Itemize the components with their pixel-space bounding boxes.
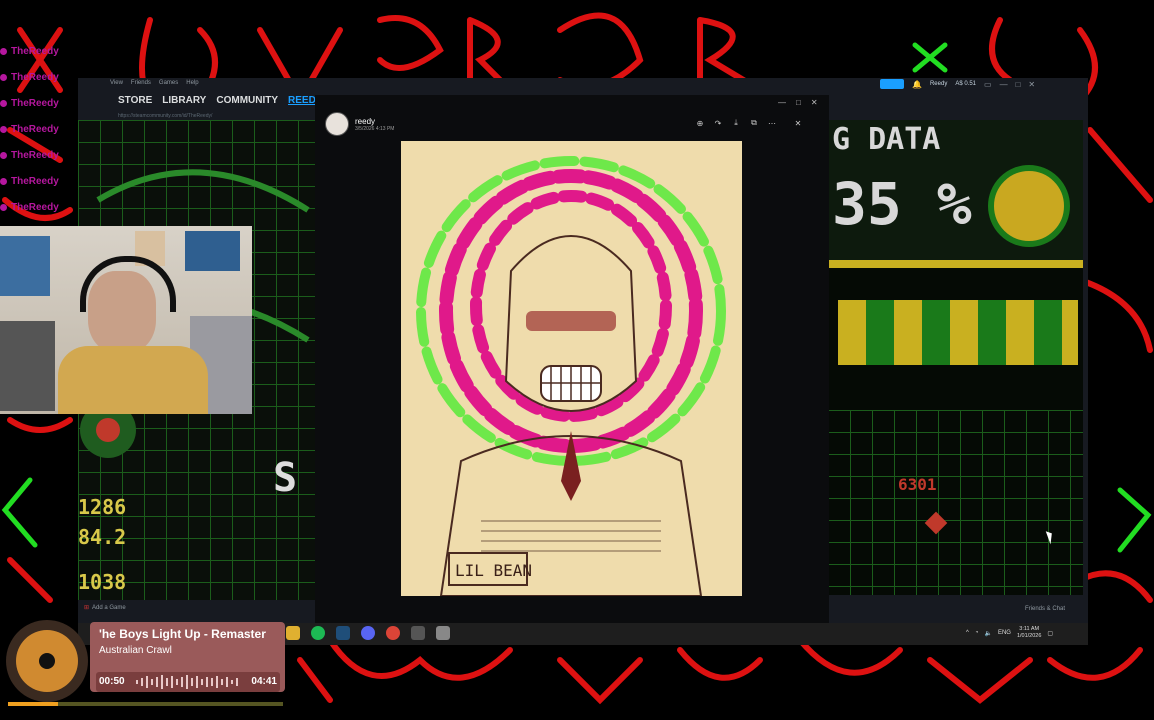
- menu-help[interactable]: Help: [186, 80, 198, 86]
- track-progress[interactable]: [8, 702, 283, 706]
- chat-window-controls: — □ ✕: [778, 98, 818, 107]
- language-indicator[interactable]: ENG: [998, 630, 1011, 636]
- steam-nav: STORE LIBRARY COMMUNITY REEDY: [118, 95, 322, 106]
- webcam-feed: [0, 226, 252, 414]
- add-game-button[interactable]: ⊞ Add a Game: [84, 604, 126, 612]
- avatar[interactable]: [325, 112, 349, 136]
- chat-user-dot: [0, 151, 7, 159]
- broadcast-button[interactable]: [880, 79, 904, 89]
- album-art: [6, 620, 88, 702]
- zoom-icon[interactable]: ⊕: [693, 116, 707, 130]
- steam-titlebar: 🔔 Reedy A$ 0.51 ▭ — □ ✕: [880, 79, 1035, 89]
- bar-pattern: [838, 300, 1078, 365]
- game-panel-right: G DATA 35 % 6301: [828, 120, 1083, 595]
- playback-bar: 00:50 04:41: [96, 672, 280, 692]
- chat-user-dot: [0, 99, 7, 107]
- discord-icon[interactable]: [361, 626, 375, 640]
- volume-icon[interactable]: 🔈: [984, 630, 991, 637]
- file-explorer-icon[interactable]: [286, 626, 300, 640]
- obs-icon[interactable]: [411, 626, 425, 640]
- friends-chat-button[interactable]: Friends & Chat: [1025, 606, 1065, 612]
- elapsed-time: 00:50: [99, 676, 125, 687]
- open-external-icon[interactable]: ⧉: [747, 116, 761, 130]
- taskbar-icons: [286, 626, 450, 640]
- track-artist: Australian Crawl: [99, 645, 172, 656]
- chair: [0, 321, 55, 411]
- chat-user-dot: [0, 203, 7, 211]
- minimize-icon[interactable]: —: [778, 98, 786, 107]
- streamer-shirt: [58, 346, 208, 414]
- poster-name: reedy: [355, 116, 376, 126]
- viewer-toolbar: ⊕ ↷ ⤓ ⧉ ⋯ ✕: [693, 116, 805, 130]
- game-letter: S: [273, 455, 298, 501]
- waveform-icon: [136, 675, 238, 689]
- nav-store[interactable]: STORE: [118, 95, 152, 106]
- chat-user-dot: [0, 73, 7, 81]
- game-score: 1286: [78, 495, 127, 519]
- chat-user-dot: [0, 125, 7, 133]
- more-icon[interactable]: ⋯: [765, 116, 779, 130]
- download-icon[interactable]: ⤓: [729, 116, 743, 130]
- chrome-icon[interactable]: [386, 626, 400, 640]
- share-icon[interactable]: ↷: [711, 116, 725, 130]
- portrait-drawing: [416, 156, 726, 597]
- loading-label: G DATA: [832, 122, 941, 157]
- system-tray: ^ ◔ 🔈 ENG 3:11 AM 1/01/2026 ▢: [966, 626, 1053, 640]
- account-name[interactable]: Reedy: [930, 81, 947, 87]
- chat-user-dot: [0, 47, 7, 55]
- menu-games[interactable]: Games: [159, 80, 178, 86]
- clock[interactable]: 3:11 AM 1/01/2026: [1017, 626, 1041, 640]
- album-art-center: [39, 653, 55, 669]
- close-icon[interactable]: ✕: [811, 98, 818, 107]
- track-duration: 04:41: [251, 676, 277, 687]
- drawing-image: LIL BEAN: [401, 141, 742, 597]
- post-timestamp: 3/5/2026 4:13 PM: [355, 125, 395, 132]
- viewer-header: reedy 3/5/2026 4:13 PM: [325, 112, 394, 136]
- wall-poster: [185, 231, 240, 271]
- app-icon[interactable]: [436, 626, 450, 640]
- chat-user-dot: [0, 177, 7, 185]
- steam-icon[interactable]: [336, 626, 350, 640]
- wall-poster: [0, 236, 50, 296]
- plus-icon: ⊞: [84, 605, 90, 611]
- game-score-3: 1038: [78, 570, 127, 594]
- close-icon[interactable]: ✕: [1028, 80, 1035, 89]
- maximize-icon[interactable]: □: [1016, 80, 1021, 89]
- menu-view[interactable]: View: [110, 80, 123, 86]
- grid-score: 6301: [898, 475, 937, 494]
- big-picture-icon[interactable]: ▭: [984, 80, 992, 89]
- game-score-2: 84.2: [78, 525, 127, 549]
- network-icon[interactable]: ◔: [975, 630, 979, 636]
- nav-library[interactable]: LIBRARY: [162, 95, 206, 106]
- account-balance: A$ 0.51: [955, 81, 976, 87]
- maximize-icon[interactable]: □: [796, 98, 801, 107]
- stripe: [828, 260, 1083, 268]
- spotify-icon[interactable]: [311, 626, 325, 640]
- notification-icon[interactable]: ▢: [1047, 630, 1053, 637]
- chevron-up-icon[interactable]: ^: [966, 630, 969, 636]
- track-progress-fill: [8, 702, 58, 706]
- chat-line: TheReedy: [0, 38, 120, 64]
- steam-menu-bar: View Friends Games Help: [110, 80, 199, 86]
- loading-percent: 35 %: [832, 170, 972, 238]
- perspective-grid: [828, 410, 1083, 595]
- nav-community[interactable]: COMMUNITY: [216, 95, 278, 106]
- menu-friends[interactable]: Friends: [131, 80, 151, 86]
- minimize-icon[interactable]: —: [1000, 80, 1008, 89]
- track-title: 'he Boys Light Up - Remaster: [99, 627, 266, 641]
- bell-icon[interactable]: 🔔: [912, 80, 922, 89]
- viewer-close-icon[interactable]: ✕: [791, 116, 805, 130]
- steam-url: https://steamcommunity.com/id/TheReedy/: [118, 113, 213, 119]
- loading-disc-icon: [988, 165, 1070, 247]
- drawing-caption: LIL BEAN: [455, 561, 533, 580]
